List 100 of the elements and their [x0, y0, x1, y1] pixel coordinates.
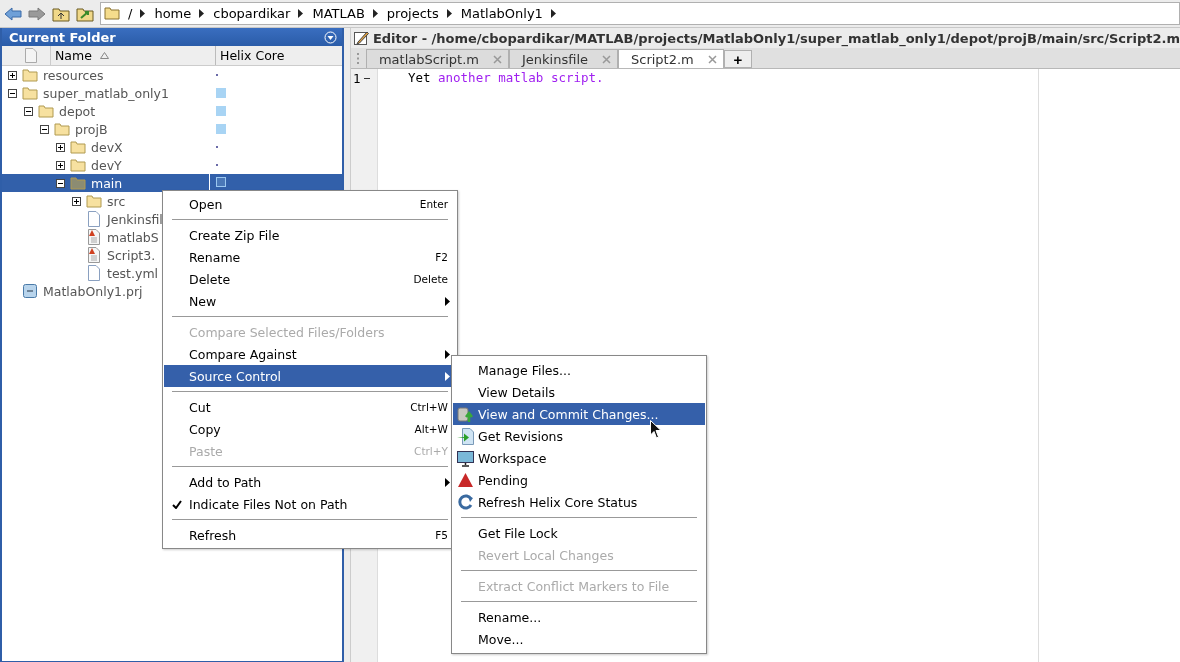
breadcrumb-arrow-icon[interactable]: [550, 9, 557, 18]
expand-icon[interactable]: [56, 160, 65, 170]
breadcrumb-arrow-icon[interactable]: [140, 9, 147, 18]
folder-icon: [54, 122, 70, 136]
shortcut-label: Enter: [419, 198, 448, 210]
menu-item[interactable]: Workspace: [453, 447, 705, 469]
breadcrumb-item[interactable]: MatlabOnly1: [460, 6, 543, 21]
menu-item[interactable]: Rename F2: [164, 246, 456, 268]
menu-item-label: Add to Path: [189, 474, 263, 490]
tree-item-label: devY: [91, 157, 122, 173]
panel-title: Current Folder: [9, 29, 116, 45]
tree-row[interactable]: devX: [2, 138, 342, 156]
tree-row[interactable]: projB: [2, 120, 342, 138]
collapse-icon[interactable]: [56, 178, 65, 188]
menu-item[interactable]: Create Zip File: [164, 224, 456, 246]
up-folder-icon[interactable]: [52, 5, 70, 22]
menu-item-label: Move...: [478, 631, 524, 647]
menu-item-label: Get File Lock: [478, 525, 558, 541]
menu-item-label: Refresh Helix Core Status: [478, 494, 638, 510]
tree-row[interactable]: resources: [2, 66, 342, 84]
monitor-icon: [457, 449, 474, 467]
menu-item[interactable]: View and Commit Changes...: [453, 403, 705, 425]
shortcut-label: Ctrl+Y: [414, 445, 448, 457]
folder-icon: [22, 68, 38, 82]
collapse-icon[interactable]: [8, 88, 17, 98]
breadcrumb-arrow-icon[interactable]: [372, 9, 379, 18]
menu-item-label: Compare Selected Files/Folders: [189, 324, 386, 340]
project-file-icon: [22, 283, 38, 299]
menu-item-label: Extract Conflict Markers to File: [478, 578, 670, 594]
pencil-icon: [352, 30, 369, 46]
editor-tab[interactable]: matlabScript.m: [365, 49, 509, 68]
menu-item[interactable]: View Details: [453, 381, 705, 403]
menu-item[interactable]: Refresh Helix Core Status: [453, 491, 705, 513]
breadcrumb-item[interactable]: cbopardikar: [213, 6, 291, 21]
menu-item[interactable]: Manage Files...: [453, 359, 705, 381]
database-upload-icon: [457, 405, 474, 423]
breadcrumb-item[interactable]: MATLAB: [312, 6, 365, 21]
tree-item-label: devX: [91, 139, 123, 155]
breadcrumb-arrow-icon[interactable]: [199, 9, 206, 18]
menu-item[interactable]: New: [164, 290, 456, 312]
tree-item-label: depot: [59, 103, 96, 119]
browse-folder-icon[interactable]: [76, 5, 94, 22]
editor-title: Editor - /home/cbopardikar/MATLAB/projects/MatlabOnly1/super_matlab_only1/depot/projB/main/src/Script2.m: [372, 30, 1180, 46]
column-header[interactable]: Helix Core: [215, 46, 342, 65]
breakpoint-marker[interactable]: [364, 77, 371, 79]
warning-triangle-icon: [458, 473, 473, 487]
menu-item-label: Rename: [189, 249, 242, 265]
menu-item[interactable]: Get Revisions: [453, 425, 705, 447]
folder-icon: [70, 140, 86, 154]
editor-tab[interactable]: Jenkinsfile: [508, 49, 618, 68]
menu-item-label: Manage Files...: [478, 362, 571, 378]
menu-item[interactable]: Move...: [453, 628, 705, 650]
new-tab-button[interactable]: +: [723, 50, 752, 68]
address-bar[interactable]: / home cbopardikar MATLAB projects MatlabOnly1: [100, 2, 1180, 25]
shortcut-label: Delete: [413, 273, 448, 285]
menu-item-label: Delete: [189, 271, 232, 287]
menu-item[interactable]: Compare Against: [164, 343, 456, 365]
folder-icon: [70, 176, 86, 190]
breadcrumb-item[interactable]: projects: [386, 6, 439, 21]
close-icon[interactable]: [707, 54, 717, 64]
folder-icon: [104, 7, 120, 20]
menu-item-label: Copy: [189, 421, 222, 437]
tree-item-label: resources: [43, 67, 104, 83]
dropdown-icon[interactable]: [323, 30, 337, 44]
expand-icon[interactable]: [8, 70, 17, 80]
menu-item-label: Cut: [189, 399, 212, 415]
breadcrumb-arrow-icon[interactable]: [298, 9, 305, 18]
file-icon: [86, 211, 102, 227]
menu-item-label: Rename...: [478, 609, 542, 625]
script-file-icon: [86, 229, 102, 245]
breadcrumb-arrow-icon[interactable]: [446, 9, 453, 18]
tree-row[interactable]: main: [2, 174, 342, 192]
tree-row[interactable]: depot: [2, 102, 342, 120]
breadcrumb-item[interactable]: home: [154, 6, 192, 21]
grip-icon[interactable]: [356, 52, 360, 64]
menu-item-label: View Details: [478, 384, 555, 400]
tree-item-label: MatlabOnly1.prj: [43, 283, 143, 299]
menu-item[interactable]: Delete Delete: [164, 268, 456, 290]
menu-item[interactable]: Open Enter: [164, 193, 456, 215]
tree-item-label: matlabS: [107, 229, 159, 245]
forward-arrow-icon[interactable]: [28, 5, 46, 22]
editor-tab[interactable]: Script2.m: [618, 49, 724, 68]
collapse-icon[interactable]: [40, 124, 49, 134]
expand-icon[interactable]: [56, 142, 65, 152]
menu-item[interactable]: Pending: [453, 469, 705, 491]
menu-item-label: Pending: [478, 472, 528, 488]
menu-item-label: Get Revisions: [478, 428, 563, 444]
shortcut-label: Ctrl+W: [410, 401, 448, 413]
back-arrow-icon[interactable]: [4, 5, 22, 22]
expand-icon[interactable]: [72, 196, 81, 206]
breadcrumb-item[interactable]: /: [128, 6, 133, 21]
menu-item[interactable]: Rename...: [453, 606, 705, 628]
collapse-icon[interactable]: [24, 106, 33, 116]
shortcut-label: F2: [435, 251, 448, 263]
shortcut-label: Alt+W: [414, 423, 448, 435]
column-header[interactable]: Name: [50, 46, 215, 65]
menu-item-label: New: [189, 293, 218, 309]
menu-item[interactable]: Get File Lock: [453, 522, 705, 544]
tree-row[interactable]: super_matlab_only1: [2, 84, 342, 102]
tree-item-label: Script3.: [107, 247, 156, 263]
